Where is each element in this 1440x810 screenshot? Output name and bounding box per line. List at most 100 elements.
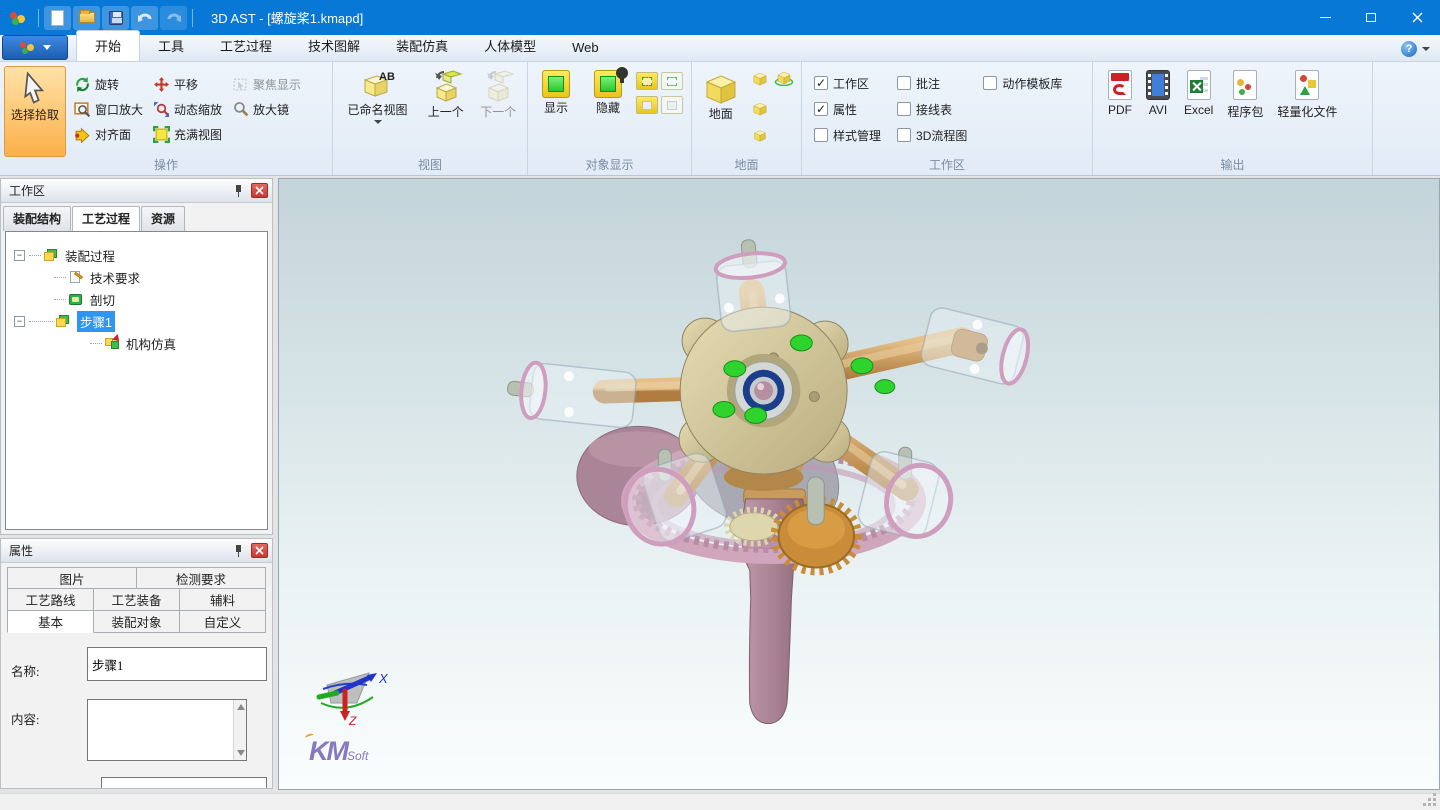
scroll-down-icon[interactable] <box>237 750 245 756</box>
chevron-down-icon[interactable] <box>1422 47 1430 51</box>
tab-process[interactable]: 工艺过程 <box>72 206 140 231</box>
checkbox-style-manager[interactable]: 样式管理 <box>814 122 881 148</box>
checkbox[interactable] <box>814 128 828 142</box>
tree-item-assembly-process[interactable]: − 装配过程 <box>6 244 267 266</box>
checkbox-action-template-lib[interactable]: 动作模板库 <box>983 70 1062 96</box>
name-input[interactable] <box>87 647 267 681</box>
export-package-button[interactable]: 程序包 <box>1222 66 1268 157</box>
dynamic-zoom-button[interactable]: 动态缩放 <box>153 97 222 122</box>
tree-item-mechanism-sim[interactable]: 机构仿真 <box>6 332 267 354</box>
panel-title: 工作区 <box>9 182 233 199</box>
ptab-assembly-object[interactable]: 装配对象 <box>94 611 180 633</box>
checkbox[interactable] <box>897 102 911 116</box>
tab-web[interactable]: Web <box>554 35 617 61</box>
viewport-3d[interactable]: X Z KMSoft <box>278 178 1440 790</box>
panel-close-button[interactable] <box>251 183 268 198</box>
next-view-button[interactable]: 下一个 <box>474 66 523 157</box>
ptab-process-equipment[interactable]: 工艺装备 <box>94 589 180 611</box>
ptab-inspection[interactable]: 检测要求 <box>137 567 266 589</box>
show-button[interactable]: 显示 <box>532 66 580 157</box>
resize-grip[interactable] <box>1433 803 1436 806</box>
step-icon <box>56 315 71 328</box>
new-document-button[interactable] <box>44 6 71 30</box>
checkbox-annotation[interactable]: 批注 <box>897 70 967 96</box>
help-button[interactable]: ? <box>1401 41 1417 57</box>
select-pick-button[interactable]: 选择拾取 <box>4 66 66 157</box>
checkbox-properties[interactable]: ✓ 属性 <box>814 96 881 122</box>
ptab-picture[interactable]: 图片 <box>7 567 137 589</box>
tab-human-model[interactable]: 人体模型 <box>466 31 554 61</box>
maximize-button[interactable] <box>1348 0 1394 35</box>
checkbox-wiring-table[interactable]: 接线表 <box>897 96 967 122</box>
package-icon <box>1233 70 1257 100</box>
axis-triad: X Z <box>313 665 391 729</box>
titlebar: 3D AST - [螺旋桨1.kmapd] <box>0 0 1440 35</box>
fit-view-button[interactable]: 充满视图 <box>153 122 222 147</box>
ground-small-cube-icon[interactable] <box>753 128 767 142</box>
ground-small-cube-icon[interactable] <box>752 70 768 86</box>
close-button[interactable] <box>1394 0 1440 35</box>
tab-process[interactable]: 工艺过程 <box>202 31 290 61</box>
hide-button[interactable]: 隐藏 <box>584 66 632 157</box>
ground-button[interactable]: 地面 <box>696 66 746 157</box>
ground-ring-cube-icon[interactable] <box>774 69 794 86</box>
tree-item-section[interactable]: 剖切 <box>6 288 267 310</box>
ground-small-cube-icon[interactable] <box>752 100 768 116</box>
hide-all-disabled-button[interactable] <box>661 96 683 114</box>
undo-button[interactable] <box>131 6 158 30</box>
panel-close-button[interactable] <box>251 543 268 558</box>
checkbox[interactable] <box>897 128 911 142</box>
tab-assembly-sim[interactable]: 装配仿真 <box>378 31 466 61</box>
pan-icon <box>153 76 170 93</box>
save-button[interactable] <box>102 6 129 30</box>
pan-button[interactable]: 平移 <box>153 72 222 97</box>
checkbox-3d-flowchart[interactable]: 3D流程图 <box>897 122 967 148</box>
pin-icon[interactable] <box>233 544 245 558</box>
hide-all-button[interactable] <box>636 96 658 114</box>
scroll-up-icon[interactable] <box>237 704 245 710</box>
scrollbar[interactable] <box>233 700 246 760</box>
ptab-basic[interactable]: 基本 <box>7 611 94 633</box>
align-face-button[interactable]: 对齐面 <box>74 122 143 147</box>
group-label: 输出 <box>1093 156 1372 173</box>
checkbox[interactable]: ✓ <box>814 102 828 116</box>
tab-tech-diagram[interactable]: 技术图解 <box>290 31 378 61</box>
pin-icon[interactable] <box>233 184 245 198</box>
tab-tools[interactable]: 工具 <box>140 31 202 61</box>
magnifier-button[interactable]: 放大镜 <box>232 97 301 122</box>
tab-assembly-structure[interactable]: 装配结构 <box>3 206 71 231</box>
open-file-button[interactable] <box>73 6 100 30</box>
svg-text:AB: AB <box>379 71 395 83</box>
checkbox[interactable] <box>897 76 911 90</box>
tab-resources[interactable]: 资源 <box>141 206 185 231</box>
show-all-button[interactable] <box>636 72 658 90</box>
checkbox-workspace[interactable]: ✓ 工作区 <box>814 70 881 96</box>
tree-item-tech-requirements[interactable]: 技术要求 <box>6 266 267 288</box>
ptab-auxiliary[interactable]: 辅料 <box>180 589 266 611</box>
assembly-process-icon <box>44 249 59 262</box>
focus-display-button[interactable]: 聚焦显示 <box>232 72 301 97</box>
export-avi-button[interactable]: AVI <box>1141 66 1175 157</box>
minimize-button[interactable] <box>1302 0 1348 35</box>
rotate-button[interactable]: 旋转 <box>74 72 143 97</box>
workspace-panel-tabs: 装配结构 工艺过程 资源 <box>1 203 272 231</box>
tree-expander[interactable]: − <box>14 316 25 327</box>
app-menu-button[interactable] <box>2 35 68 60</box>
export-pdf-button[interactable]: PDF <box>1103 66 1137 157</box>
export-excel-button[interactable]: Excel <box>1179 66 1218 157</box>
checkbox[interactable]: ✓ <box>814 76 828 90</box>
tree-item-step1[interactable]: − 步骤1 <box>6 310 267 332</box>
named-views-button[interactable]: AB 已命名视图 <box>337 66 418 157</box>
ptab-custom[interactable]: 自定义 <box>180 611 266 633</box>
redo-button[interactable] <box>160 6 187 30</box>
tab-start[interactable]: 开始 <box>76 30 140 61</box>
next-field-partial[interactable] <box>101 777 267 789</box>
checkbox[interactable] <box>983 76 997 90</box>
previous-view-button[interactable]: 上一个 <box>420 66 471 157</box>
show-all-disabled-button[interactable] <box>661 72 683 90</box>
content-textarea[interactable] <box>87 699 247 761</box>
window-zoom-button[interactable]: 窗口放大 <box>74 97 143 122</box>
export-lightweight-button[interactable]: 轻量化文件 <box>1272 66 1342 157</box>
tree-expander[interactable]: − <box>14 250 25 261</box>
ptab-process-route[interactable]: 工艺路线 <box>7 589 94 611</box>
